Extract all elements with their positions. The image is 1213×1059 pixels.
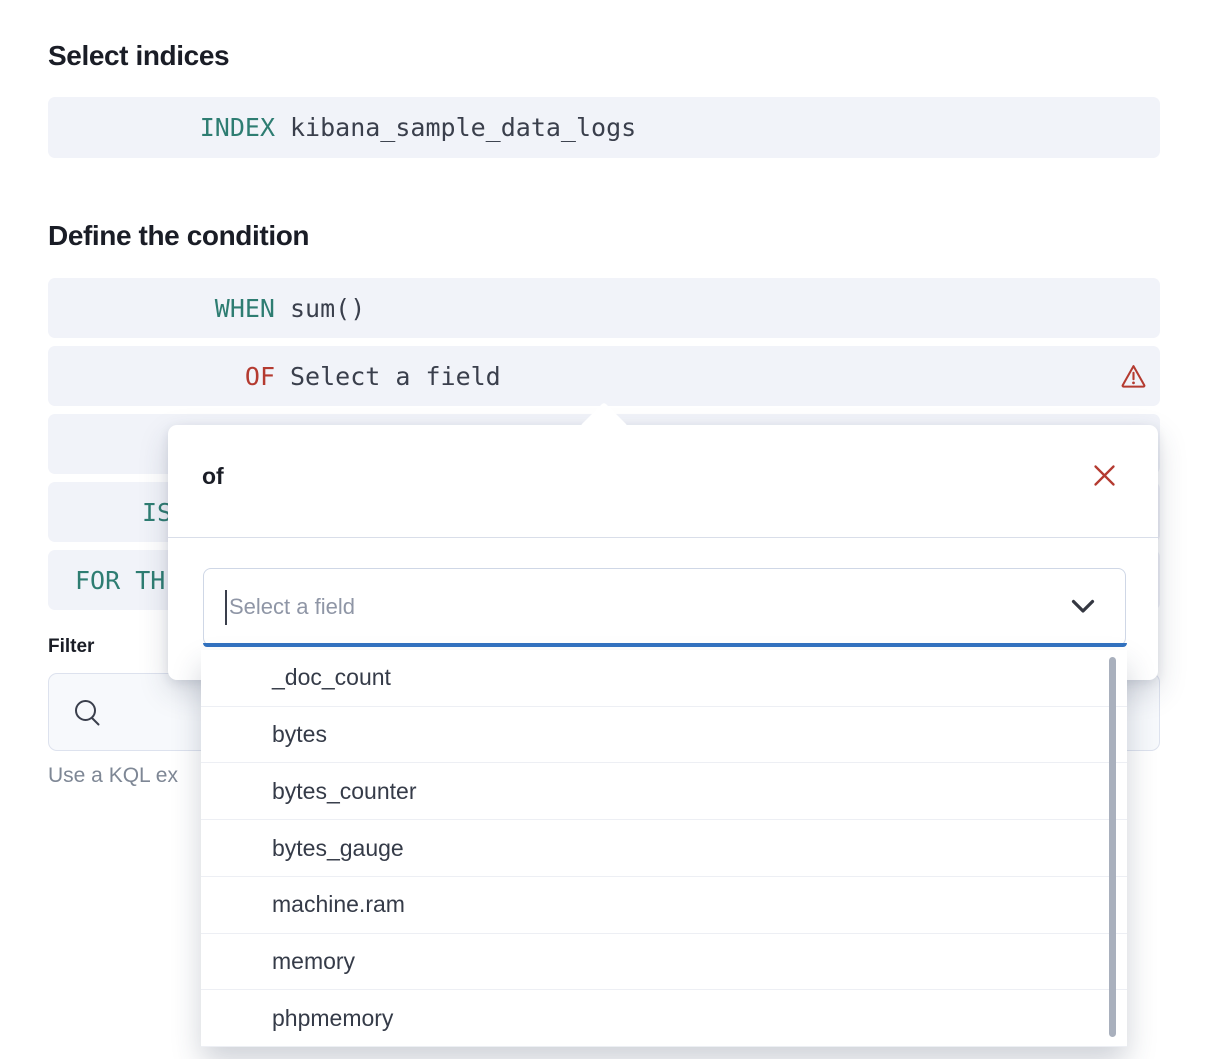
field-option[interactable]: bytes_counter [201,763,1127,820]
threshold-keyword: IS [48,498,172,527]
popover-arrow [580,402,628,450]
time-window-keyword: FOR TH [48,566,165,595]
select-indices-heading: Select indices [48,40,229,72]
index-value: kibana_sample_data_logs [290,113,636,142]
field-option[interactable]: machine.ram [201,877,1127,934]
define-condition-heading: Define the condition [48,220,309,252]
popover-title: of [202,463,224,490]
scrollbar-thumb[interactable] [1109,657,1116,1037]
index-expression-button[interactable]: INDEX kibana_sample_data_logs [48,97,1160,158]
popover-divider [168,537,1158,538]
when-expression-button[interactable]: WHEN sum() [48,278,1160,338]
chevron-down-icon[interactable] [1071,599,1095,615]
close-icon [1092,463,1117,488]
kql-hint-text: Use a KQL ex [48,764,178,788]
field-combobox[interactable]: Select a field [203,568,1126,646]
filter-label: Filter [48,636,94,658]
of-popover: of Select a field [168,425,1158,680]
index-keyword: INDEX [48,113,275,142]
field-options-listbox: _doc_count bytes bytes_counter bytes_gau… [201,650,1127,1047]
when-value: sum() [290,294,365,323]
field-option[interactable]: phpmemory [201,990,1127,1047]
field-option[interactable]: _doc_count [201,650,1127,707]
field-option[interactable]: bytes_gauge [201,820,1127,877]
of-expression-button[interactable]: OF Select a field [48,346,1160,406]
popover-close-button[interactable] [1088,459,1120,491]
combobox-focus-underline [203,643,1127,647]
search-icon [73,698,104,729]
text-cursor [225,590,227,625]
field-combobox-placeholder: Select a field [229,594,355,620]
warning-icon [1120,363,1147,389]
field-option[interactable]: bytes [201,707,1127,764]
field-option[interactable]: memory [201,934,1127,991]
of-value: Select a field [290,362,501,391]
when-keyword: WHEN [48,294,275,323]
of-keyword: OF [48,362,275,391]
